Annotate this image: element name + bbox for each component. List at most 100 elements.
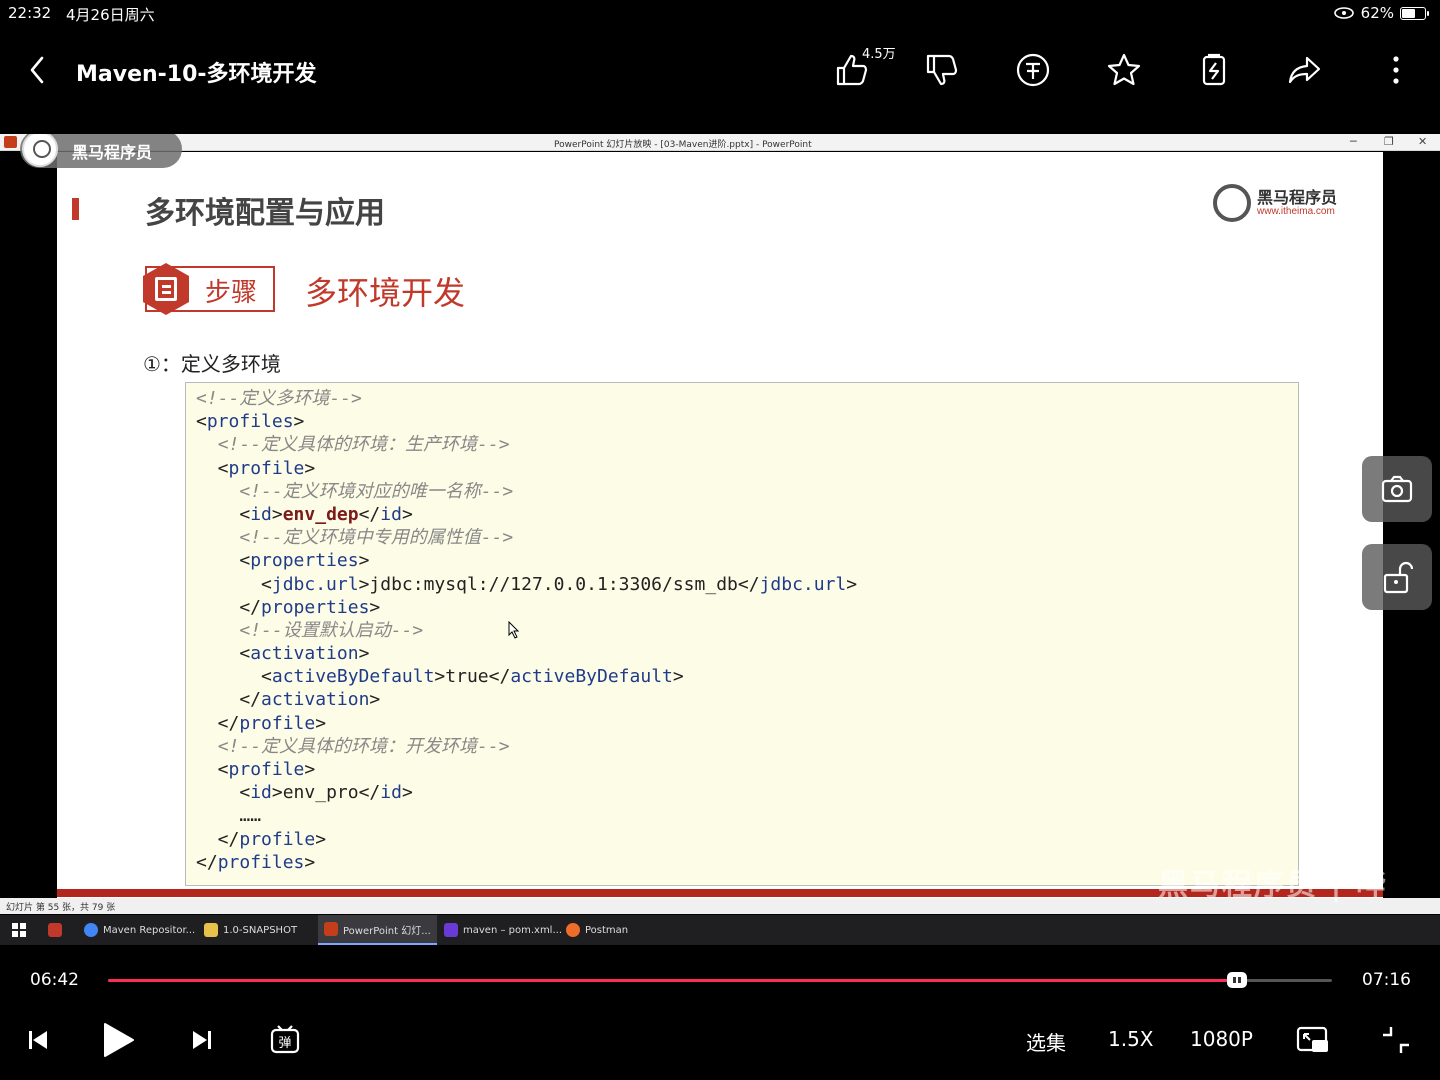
code-line: <activeByDefault>true</activeByDefault> bbox=[196, 666, 684, 688]
share-icon bbox=[1288, 56, 1321, 84]
code-line: <profiles> bbox=[196, 411, 305, 433]
charge-button[interactable] bbox=[1192, 50, 1236, 90]
taskbar-item: PowerPoint 幻灯... bbox=[318, 915, 437, 945]
slide-counter: 幻灯片 第 55 张，共 79 张 bbox=[6, 903, 116, 913]
taskbar-item: maven – pom.xml... bbox=[438, 915, 568, 945]
step-label: 步骤 bbox=[205, 278, 258, 308]
brand-logo: 黑马程序员 www.itheima.com bbox=[1213, 182, 1347, 224]
speed-button[interactable]: 1.5X bbox=[1108, 1027, 1154, 1051]
taskbar-app bbox=[42, 915, 68, 945]
windows-taskbar: Maven Repositor... 1.0-SNAPSHOT PowerPoi… bbox=[0, 915, 1440, 945]
code-line: <!--定义具体的环境：开发环境--> bbox=[217, 735, 510, 757]
close-icon: ✕ bbox=[1418, 135, 1428, 148]
play-button[interactable] bbox=[98, 1020, 138, 1060]
brand-name: 黑马程序员 bbox=[1257, 188, 1338, 207]
svg-text:弹: 弹 bbox=[278, 1036, 291, 1051]
more-button[interactable] bbox=[1374, 50, 1418, 90]
uploader-avatar bbox=[22, 134, 58, 167]
chrome-icon bbox=[84, 923, 98, 937]
hotspot-icon bbox=[1333, 7, 1354, 19]
sub-heading: ①：定义多环境 bbox=[143, 352, 281, 376]
battery-icon bbox=[1400, 6, 1429, 20]
total-time: 07:16 bbox=[1362, 970, 1411, 990]
play-icon bbox=[104, 1023, 134, 1057]
status-time: 22:32 bbox=[8, 4, 52, 22]
episodes-button[interactable]: 选集 bbox=[1026, 1027, 1066, 1056]
share-button[interactable] bbox=[1283, 50, 1327, 90]
current-time: 06:42 bbox=[30, 970, 79, 990]
windows-start-icon bbox=[12, 923, 26, 937]
danmaku-icon: 弹 bbox=[270, 1025, 300, 1054]
screenshot-button[interactable] bbox=[1362, 456, 1432, 522]
ppt-window-title: PowerPoint 幻灯片放映 - [03-Maven进阶.pptx] - P… bbox=[554, 140, 812, 150]
code-line: <!--定义多环境--> bbox=[196, 388, 362, 409]
exit-fullscreen-button[interactable] bbox=[1376, 1020, 1416, 1060]
powerpoint-icon bbox=[324, 922, 338, 936]
battery-percent: 62% bbox=[1360, 4, 1394, 22]
lock-screen-button[interactable] bbox=[1362, 544, 1432, 610]
status-right: 62% bbox=[1333, 4, 1429, 22]
progress-knob[interactable] bbox=[1226, 972, 1247, 988]
uploader-badge[interactable]: 黑马程序员 bbox=[20, 134, 182, 168]
top-bar: Maven-10-多环境开发 4.5万 bbox=[0, 40, 1440, 100]
code-line: <properties> bbox=[196, 550, 370, 572]
code-line: <activation> bbox=[196, 643, 370, 665]
skip-previous-icon bbox=[29, 1031, 47, 1049]
code-line: <!--定义具体的环境：生产环境--> bbox=[217, 434, 510, 456]
back-button[interactable] bbox=[24, 54, 52, 86]
more-vertical-icon bbox=[1393, 56, 1399, 84]
code-block: <!--定义多环境--> <profiles> <!--定义具体的环境：生产环境… bbox=[185, 382, 1299, 886]
dislike-button[interactable] bbox=[920, 50, 964, 90]
progress-fill bbox=[108, 979, 1237, 982]
code-line: </profile> bbox=[196, 828, 327, 850]
code-line: </profile> bbox=[196, 712, 327, 734]
horse-logo-icon bbox=[1213, 184, 1251, 222]
code-line: <!--定义环境对应的唯一名称--> bbox=[239, 480, 514, 502]
watermark: 黑马程序员 | 哔 bbox=[1158, 868, 1388, 903]
code-line: <!--定义环境中专用的属性值--> bbox=[239, 527, 514, 549]
taskbar-item: Maven Repositor... bbox=[78, 915, 201, 945]
coin-button[interactable] bbox=[1011, 50, 1055, 90]
code-line: <profile> bbox=[196, 759, 316, 780]
step-title: 多环境开发 bbox=[305, 274, 466, 312]
status-date: 4月26日周六 bbox=[66, 6, 155, 24]
status-bar: 22:32 4月26日周六 62% bbox=[0, 0, 1440, 26]
uploader-name: 黑马程序员 bbox=[72, 143, 153, 162]
folder-icon bbox=[204, 923, 218, 937]
like-count: 4.5万 bbox=[862, 47, 896, 62]
progress-bar[interactable] bbox=[108, 972, 1332, 988]
slide-title: 多环境配置与应用 bbox=[145, 196, 385, 231]
title-accent-bar bbox=[72, 198, 79, 220]
ppt-titlebar: PowerPoint 幻灯片放映 - [03-Maven进阶.pptx] - P… bbox=[0, 134, 1440, 151]
quality-button[interactable]: 1080P bbox=[1190, 1027, 1253, 1051]
video-frame[interactable]: PowerPoint 幻灯片放映 - [03-Maven进阶.pptx] - P… bbox=[0, 134, 1440, 914]
pip-button[interactable] bbox=[1293, 1020, 1333, 1060]
intellij-icon bbox=[444, 923, 458, 937]
taskbar-item: 1.0-SNAPSHOT bbox=[198, 915, 303, 945]
thumbs-down-icon bbox=[926, 54, 958, 86]
skip-next-icon bbox=[193, 1031, 211, 1049]
code-line: …… bbox=[239, 805, 262, 827]
document-icon bbox=[155, 277, 177, 301]
mouse-cursor-icon bbox=[508, 621, 520, 639]
lightning-icon bbox=[1202, 53, 1226, 86]
coin-icon bbox=[1016, 53, 1050, 87]
unlock-icon bbox=[1383, 561, 1413, 594]
code-line: <jdbc.url>jdbc:mysql://127.0.0.1:3306/ss… bbox=[196, 573, 858, 595]
slide: 多环境配置与应用 黑马程序员 www.itheima.com 步骤 多环境开发 … bbox=[57, 152, 1383, 898]
favorite-button[interactable] bbox=[1102, 50, 1146, 90]
code-line: <profile> bbox=[196, 457, 316, 479]
code-line: <id>env_pro</id> bbox=[196, 782, 413, 804]
previous-button[interactable] bbox=[18, 1020, 58, 1060]
exit-fullscreen-icon bbox=[1383, 1027, 1409, 1053]
app-icon bbox=[48, 923, 62, 937]
minimize-icon: ─ bbox=[1350, 135, 1357, 148]
code-line: </activation> bbox=[196, 689, 381, 711]
brand-url: www.itheima.com bbox=[1257, 206, 1335, 217]
code-line: </properties> bbox=[196, 596, 381, 618]
camera-icon bbox=[1381, 475, 1413, 503]
danmaku-button[interactable]: 弹 bbox=[266, 1020, 306, 1060]
next-button[interactable] bbox=[182, 1020, 222, 1060]
taskbar-item: Postman bbox=[560, 915, 634, 945]
code-line: <id>env_dep</id> bbox=[196, 503, 413, 525]
